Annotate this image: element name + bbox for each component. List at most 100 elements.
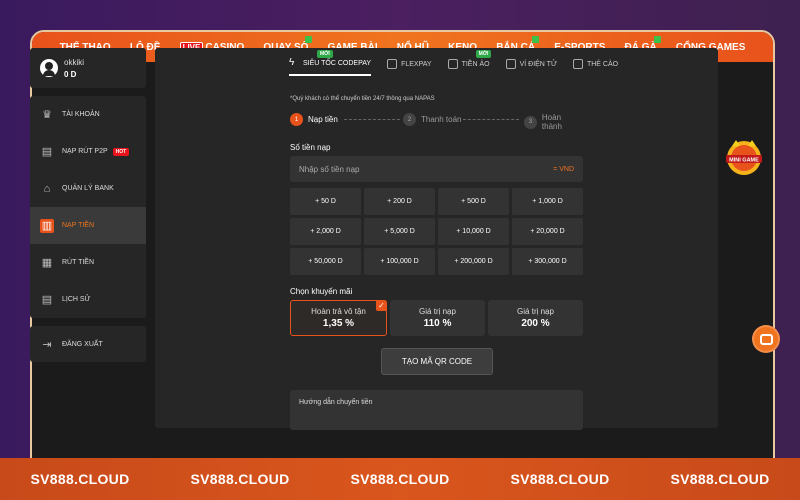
step-number: 1 — [290, 113, 303, 126]
transfer-guide[interactable]: Hướng dẫn chuyển tiền — [290, 390, 583, 430]
promo-value: 110 % — [423, 318, 452, 329]
sidebar: okkiki 0 D ♛ TÀI KHOẢN ▤ NẠP RÚT P2P HOT ⌂ QUẢ… — [30, 48, 146, 362]
hot-badge: HOT — [112, 147, 130, 156]
payment-tab-label: TIỀN ẢO — [461, 60, 490, 68]
quick-amount-button[interactable]: + 300,000 D — [512, 248, 583, 275]
step-number: 2 — [403, 113, 416, 126]
menu-label: NẠP TIỀN — [62, 222, 95, 229]
quick-amount-button[interactable]: + 5,000 D — [364, 218, 435, 245]
brand-watermark: SV888.CLOUD — [190, 471, 290, 487]
quick-amount-button[interactable]: + 200 D — [364, 188, 435, 215]
quick-amount-button[interactable]: + 2,000 D — [290, 218, 361, 245]
amount-label: Số tiền nạp — [290, 143, 331, 152]
promo-options: Hoàn trả vô tận 1,35 % ✓ Giá trị nạp 110 % Gi… — [290, 300, 583, 336]
amount-input[interactable]: Nhập số tiền nạp = VND — [290, 156, 583, 182]
payment-tabs: ϟ SIÊU TỐC CODEPAY MỚI FLEXPAY TIỀN ẢO MỚI VÍ … — [289, 50, 619, 76]
check-icon: ✓ — [376, 300, 387, 311]
step-divider — [463, 119, 519, 120]
menu-item[interactable]: ▤ NẠP RÚT P2P HOT — [30, 133, 146, 170]
napas-note: *Quý khách có thể chuyển tiền 24/7 thông… — [290, 96, 435, 102]
step-number: 3 — [524, 115, 537, 129]
menu-item[interactable]: ▦ RÚT TIỀN — [30, 244, 146, 281]
create-qr-button[interactable]: TẠO MÃ QR CODE — [381, 348, 493, 375]
new-badge: MỚI — [475, 50, 492, 58]
step-divider — [344, 119, 400, 120]
brand-watermark: SV888.CLOUD — [670, 471, 770, 487]
menu-item[interactable]: ♛ TÀI KHOẢN — [30, 96, 146, 133]
deposit-panel: ϟ SIÊU TỐC CODEPAY MỚI FLEXPAY TIỀN ẢO MỚI VÍ … — [155, 48, 718, 430]
mini-game-widget[interactable]: MINI GAME — [722, 138, 766, 178]
payment-method-icon — [572, 59, 583, 69]
menu-item[interactable]: ⌂ QUẢN LÝ BANK — [30, 170, 146, 207]
crown-icon: ♛ — [42, 109, 52, 121]
payment-tab[interactable]: VÍ ĐIỆN TỬ — [505, 58, 557, 76]
brand-watermark: SV888.CLOUD — [510, 471, 610, 487]
payment-tab-label: VÍ ĐIỆN TỬ — [519, 60, 557, 68]
brand-watermark: SV888.CLOUD — [350, 471, 450, 487]
quick-amount-button[interactable]: + 10,000 D — [438, 218, 509, 245]
step-label: Thanh toán — [421, 115, 462, 124]
menu-item[interactable]: ▥ NẠP TIỀN — [30, 207, 146, 244]
quick-amount-button[interactable]: + 20,000 D — [512, 218, 583, 245]
quick-amount-button[interactable]: + 100,000 D — [364, 248, 435, 275]
withdraw-icon: ▦ — [41, 257, 53, 269]
deposit-icon: ▥ — [40, 218, 54, 233]
logout-icon: ⇥ — [42, 338, 52, 351]
menu-label: RÚT TIỀN — [62, 259, 95, 266]
quick-amount-grid: + 50 D + 200 D + 500 D + 1,000 D + 2,000 D + … — [290, 188, 583, 275]
promo-title: Hoàn trả vô tận — [311, 307, 366, 316]
user-balance: 0 D — [64, 69, 77, 79]
quick-amount-button[interactable]: + 50,000 D — [290, 248, 361, 275]
promo-option[interactable]: Giá trị nạp 200 % — [488, 300, 583, 336]
brand-bar: SV888.CLOUD SV888.CLOUD SV888.CLOUD SV888.C… — [0, 458, 800, 500]
mini-game-text: MINI GAME — [729, 158, 759, 164]
new-indicator — [532, 35, 540, 43]
user-card: okkiki 0 D — [30, 48, 146, 88]
menu-label: QUẢN LÝ BANK — [62, 185, 114, 192]
brand-watermark: SV888.CLOUD — [30, 471, 130, 487]
payment-tab[interactable]: FLEXPAY — [387, 58, 432, 76]
menu-item[interactable]: ▤ LỊCH SỬ — [30, 281, 146, 318]
chat-button[interactable] — [752, 325, 780, 353]
promo-option[interactable]: Giá trị nạp 110 % — [390, 300, 485, 336]
promo-title: Giá trị nạp — [419, 307, 456, 316]
mini-game-icon: MINI GAME — [726, 140, 762, 175]
promo-title: Giá trị nạp — [517, 307, 554, 316]
account-menu: ♛ TÀI KHOẢN ▤ NẠP RÚT P2P HOT ⌂ QUẢN LÝ BANK ▥ N… — [30, 96, 146, 318]
payment-tab-label: FLEXPAY — [401, 60, 432, 68]
amount-placeholder: Nhập số tiền nạp — [299, 164, 360, 174]
promo-value: 200 % — [521, 318, 550, 329]
logout-label: ĐĂNG XUẤT — [62, 340, 103, 348]
quick-amount-button[interactable]: + 200,000 D — [438, 248, 509, 275]
avatar — [40, 59, 58, 77]
chat-icon — [759, 333, 773, 345]
lightning-icon: ϟ — [289, 57, 295, 68]
payment-tab[interactable]: THẺ CÀO — [572, 58, 619, 76]
quick-amount-button[interactable]: + 1,000 D — [512, 188, 583, 215]
payment-tab[interactable]: TIỀN ẢO MỚI — [447, 50, 492, 76]
promo-option[interactable]: Hoàn trả vô tận 1,35 % ✓ — [290, 300, 387, 336]
step-label: Nạp tiền — [308, 115, 338, 124]
step-label: Hoàn thành — [541, 113, 562, 131]
bank-icon: ⌂ — [43, 182, 51, 195]
menu-label: LỊCH SỬ — [62, 296, 91, 303]
new-indicator — [305, 35, 313, 43]
new-indicator — [653, 35, 661, 43]
payment-method-icon — [447, 59, 458, 69]
user-name: okkiki — [64, 57, 85, 67]
quick-amount-button[interactable]: + 50 D — [290, 188, 361, 215]
menu-label: NẠP RÚT P2P — [62, 148, 108, 155]
logout-button[interactable]: ⇥ ĐĂNG XUẤT — [30, 326, 146, 362]
deposit-steps: 1 Nạp tiền 2 Thanh toán 3 Hoàn thành — [290, 113, 583, 131]
step-payment: 2 Thanh toán — [403, 113, 461, 126]
promo-label: Chọn khuyến mãi — [290, 287, 353, 296]
payment-method-icon — [387, 59, 398, 69]
payment-method-icon — [505, 59, 516, 69]
payment-tab[interactable]: ϟ SIÊU TỐC CODEPAY MỚI — [289, 50, 372, 76]
quick-amount-button[interactable]: + 500 D — [438, 188, 509, 215]
currency-label: = VND — [553, 165, 574, 173]
payment-tab-label: THẺ CÀO — [586, 60, 619, 68]
guide-title: Hướng dẫn chuyển tiền — [299, 399, 373, 406]
payment-tab-label: SIÊU TỐC CODEPAY — [303, 59, 372, 67]
transfer-icon: ▤ — [41, 146, 53, 158]
